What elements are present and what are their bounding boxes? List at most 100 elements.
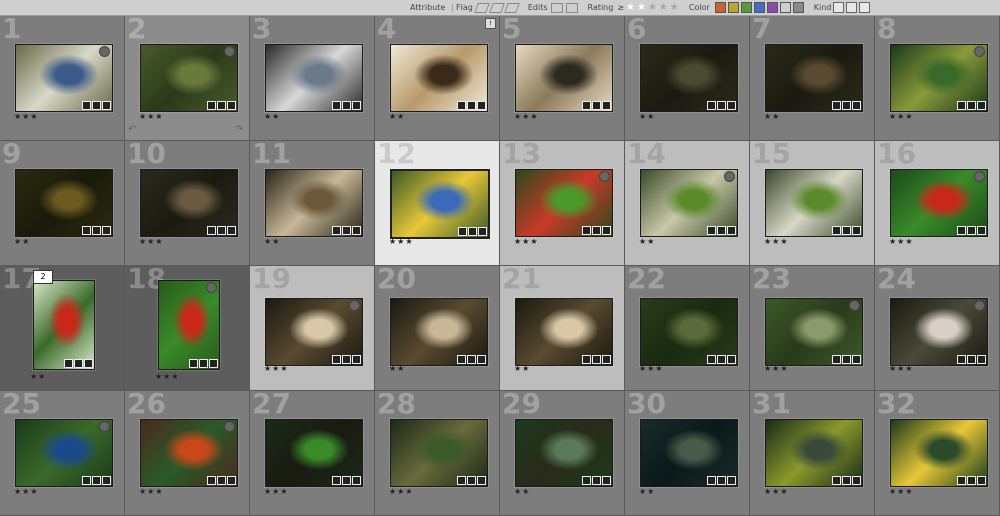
crop-badge-icon[interactable]	[467, 476, 476, 485]
crop-badge-icon[interactable]	[967, 355, 976, 364]
grid-cell-18[interactable]: 18 ★★★	[125, 266, 250, 391]
star-rating[interactable]: ★★★	[139, 487, 164, 496]
grid-cell-4[interactable]: 4 ★★	[375, 16, 500, 141]
photo-thumbnail[interactable]	[33, 280, 95, 370]
quick-collection-marker-icon[interactable]	[974, 171, 985, 182]
photo-thumbnail[interactable]	[515, 169, 613, 237]
crop-badge-icon[interactable]	[592, 226, 601, 235]
crop-badge-icon[interactable]	[468, 227, 477, 236]
star-rating[interactable]: ★★	[514, 487, 530, 496]
grid-cell-2[interactable]: 2 ★★★ ↶ ↷	[125, 16, 250, 141]
photo-thumbnail[interactable]	[140, 419, 238, 487]
photo-thumbnail[interactable]	[265, 419, 363, 487]
quick-collection-marker-icon[interactable]	[974, 300, 985, 311]
develop-badge-icon[interactable]	[727, 226, 736, 235]
quick-collection-marker-icon[interactable]	[599, 171, 610, 182]
star-rating[interactable]: ★★★	[139, 237, 164, 246]
collection-badge-icon[interactable]	[582, 355, 591, 364]
collection-badge-icon[interactable]	[82, 226, 91, 235]
crop-badge-icon[interactable]	[92, 476, 101, 485]
crop-badge-icon[interactable]	[717, 476, 726, 485]
color-label-swatch[interactable]	[714, 2, 726, 13]
photo-thumbnail[interactable]	[140, 44, 238, 112]
develop-badge-icon[interactable]	[602, 476, 611, 485]
collection-badge-icon[interactable]	[957, 355, 966, 364]
photo-thumbnail[interactable]	[890, 298, 988, 366]
color-label-swatch[interactable]	[753, 2, 765, 13]
grid-cell-12[interactable]: 12 ★★★	[375, 141, 500, 266]
rating-star-icon[interactable]: ★	[670, 2, 679, 13]
grid-cell-26[interactable]: 26 ★★★	[125, 391, 250, 516]
collection-badge-icon[interactable]	[64, 359, 73, 368]
grid-cell-24[interactable]: 24 ★★★	[875, 266, 1000, 391]
color-label-swatch[interactable]	[792, 2, 804, 13]
star-rating[interactable]: ★★★	[889, 364, 914, 373]
grid-cell-22[interactable]: 22 ★★★	[625, 266, 750, 391]
develop-badge-icon[interactable]	[852, 226, 861, 235]
develop-badge-icon[interactable]	[477, 355, 486, 364]
kind-virtual-copy-icon[interactable]	[846, 2, 858, 13]
grid-cell-19[interactable]: 19 ★★★	[250, 266, 375, 391]
star-rating[interactable]: ★★★	[264, 487, 289, 496]
rotate-left-icon[interactable]: ↶	[128, 124, 136, 135]
crop-badge-icon[interactable]	[92, 101, 101, 110]
grid-cell-15[interactable]: 15 ★★★	[750, 141, 875, 266]
photo-thumbnail[interactable]	[765, 44, 863, 112]
crop-badge-icon[interactable]	[592, 355, 601, 364]
photo-thumbnail[interactable]	[390, 44, 488, 112]
develop-badge-icon[interactable]	[478, 227, 487, 236]
grid-cell-10[interactable]: 10 ★★★	[125, 141, 250, 266]
grid-cell-27[interactable]: 27 ★★★	[250, 391, 375, 516]
photo-thumbnail[interactable]	[640, 298, 738, 366]
develop-badge-icon[interactable]	[727, 101, 736, 110]
crop-badge-icon[interactable]	[342, 476, 351, 485]
photo-thumbnail[interactable]	[890, 169, 988, 237]
develop-badge-icon[interactable]	[852, 355, 861, 364]
photo-thumbnail[interactable]	[158, 280, 220, 370]
crop-badge-icon[interactable]	[842, 226, 851, 235]
star-rating[interactable]: ★★	[30, 372, 46, 381]
collection-badge-icon[interactable]	[707, 226, 716, 235]
edited-filter-icon[interactable]	[550, 2, 563, 13]
crop-badge-icon[interactable]	[967, 101, 976, 110]
crop-badge-icon[interactable]	[342, 101, 351, 110]
crop-badge-icon[interactable]	[717, 101, 726, 110]
collection-badge-icon[interactable]	[957, 476, 966, 485]
develop-badge-icon[interactable]	[227, 476, 236, 485]
grid-cell-28[interactable]: 28 ★★★	[375, 391, 500, 516]
rating-star-icon[interactable]: ★	[659, 2, 668, 13]
flag-rejected-icon[interactable]	[504, 2, 520, 13]
star-rating[interactable]: ★★★	[155, 372, 180, 381]
quick-collection-marker-icon[interactable]	[974, 46, 985, 57]
quick-collection-marker-icon[interactable]	[206, 282, 217, 293]
crop-badge-icon[interactable]	[842, 101, 851, 110]
crop-badge-icon[interactable]	[717, 355, 726, 364]
collection-badge-icon[interactable]	[957, 226, 966, 235]
develop-badge-icon[interactable]	[227, 101, 236, 110]
grid-cell-9[interactable]: 9 ★★	[0, 141, 125, 266]
photo-thumbnail[interactable]	[15, 44, 113, 112]
photo-thumbnail[interactable]	[890, 44, 988, 112]
develop-badge-icon[interactable]	[727, 355, 736, 364]
crop-badge-icon[interactable]	[592, 476, 601, 485]
collection-badge-icon[interactable]	[707, 476, 716, 485]
crop-badge-icon[interactable]	[967, 476, 976, 485]
photo-thumbnail[interactable]	[515, 44, 613, 112]
collection-badge-icon[interactable]	[582, 476, 591, 485]
grid-cell-31[interactable]: 31 ★★★	[750, 391, 875, 516]
photo-thumbnail[interactable]	[390, 169, 490, 239]
grid-cell-32[interactable]: 32 ★★★	[875, 391, 1000, 516]
photo-thumbnail[interactable]	[390, 419, 488, 487]
crop-badge-icon[interactable]	[967, 226, 976, 235]
photo-thumbnail[interactable]	[765, 169, 863, 237]
grid-cell-13[interactable]: 13 ★★★	[500, 141, 625, 266]
collection-badge-icon[interactable]	[207, 226, 216, 235]
crop-badge-icon[interactable]	[467, 101, 476, 110]
grid-cell-5[interactable]: 5 ★★★	[500, 16, 625, 141]
develop-badge-icon[interactable]	[352, 226, 361, 235]
crop-badge-icon[interactable]	[592, 101, 601, 110]
collection-badge-icon[interactable]	[957, 101, 966, 110]
develop-badge-icon[interactable]	[602, 226, 611, 235]
unedited-filter-icon[interactable]	[565, 2, 578, 13]
photo-thumbnail[interactable]	[15, 169, 113, 237]
